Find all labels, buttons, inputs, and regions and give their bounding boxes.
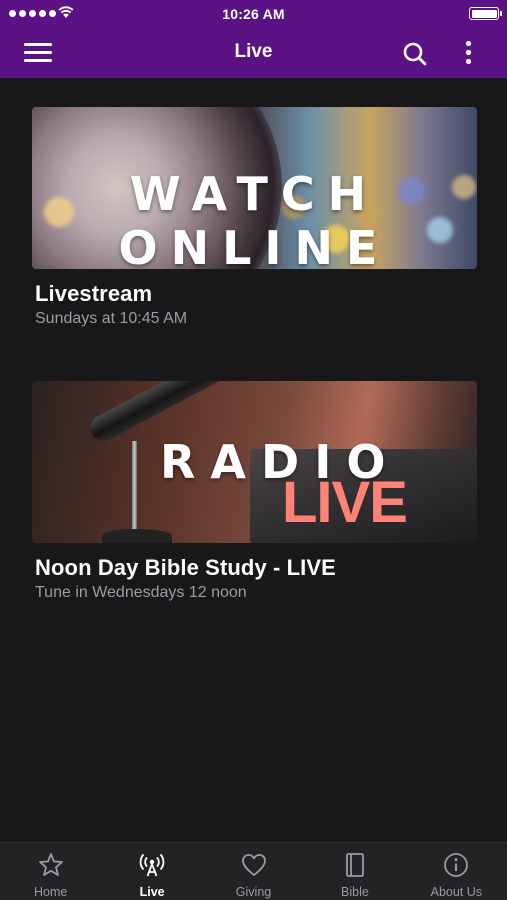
status-bar: 10:26 AM bbox=[0, 0, 507, 28]
tab-live[interactable]: Live bbox=[101, 843, 202, 900]
tab-bar: Home Live Giving Bible About Us bbox=[0, 842, 507, 900]
book-icon bbox=[346, 853, 364, 877]
item-title: Noon Day Bible Study - LIVE bbox=[35, 555, 336, 580]
tab-bible[interactable]: Bible bbox=[304, 843, 405, 900]
heart-icon bbox=[241, 854, 266, 876]
search-icon[interactable] bbox=[401, 40, 429, 68]
tab-label: Bible bbox=[341, 885, 369, 899]
tab-home[interactable]: Home bbox=[0, 843, 101, 900]
broadcast-tower-icon bbox=[139, 853, 165, 877]
thumbnail-text-live: LIVE bbox=[282, 470, 408, 535]
item-subtitle: Tune in Wednesdays 12 noon bbox=[35, 584, 247, 601]
radio-live-thumbnail: RADIO LIVE bbox=[32, 381, 477, 543]
tab-about-us[interactable]: About Us bbox=[406, 843, 507, 900]
info-icon bbox=[444, 853, 469, 877]
tab-label: Live bbox=[139, 885, 165, 899]
live-screen: 10:26 AM Live WATCH ONLINE Livestream Su… bbox=[0, 0, 507, 900]
watch-online-thumbnail: WATCH ONLINE bbox=[32, 107, 477, 269]
tab-label: About Us bbox=[430, 885, 483, 899]
tab-giving[interactable]: Giving bbox=[203, 843, 304, 900]
navigation-bar: Live bbox=[0, 28, 507, 78]
more-vertical-icon[interactable] bbox=[456, 38, 480, 68]
page-title: Live bbox=[234, 41, 273, 62]
battery-icon bbox=[469, 7, 502, 20]
bible-study-card[interactable]: RADIO LIVE Noon Day Bible Study - LIVE T… bbox=[32, 381, 477, 602]
star-icon bbox=[38, 853, 63, 876]
livestream-card[interactable]: WATCH ONLINE Livestream Sundays at 10:45… bbox=[32, 107, 477, 328]
tab-label: Home bbox=[34, 885, 68, 899]
thumbnail-text: WATCH ONLINE bbox=[118, 167, 391, 269]
item-subtitle: Sundays at 10:45 AM bbox=[35, 310, 188, 327]
app-header: 10:26 AM Live bbox=[0, 0, 507, 78]
tab-label: Giving bbox=[235, 885, 272, 899]
status-time: 10:26 AM bbox=[222, 6, 285, 22]
item-title: Livestream bbox=[35, 281, 153, 306]
